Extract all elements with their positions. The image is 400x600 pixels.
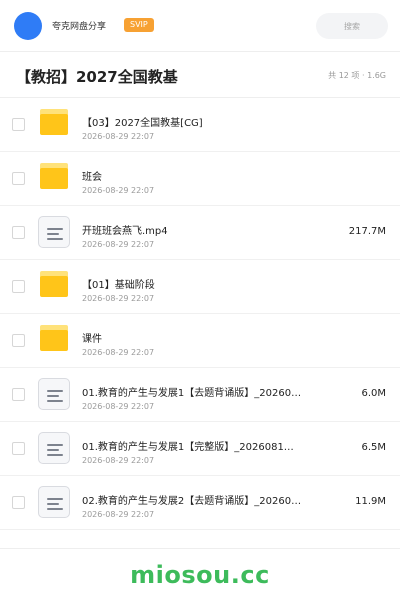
list-item[interactable]: 02.教育的产生与发展2【去题背诵版】_20260… 2026-08-29 22… bbox=[0, 476, 400, 530]
list-item[interactable]: 【03】2027全国教基[CG] 2026-08-29 22:07 bbox=[0, 98, 400, 152]
select-checkbox[interactable] bbox=[12, 226, 25, 239]
page-title: 【教招】2027全国教基 bbox=[16, 68, 178, 86]
document-file-icon bbox=[38, 486, 70, 518]
item-date: 2026-08-29 22:07 bbox=[82, 510, 155, 519]
item-name[interactable]: 班会 bbox=[82, 168, 322, 183]
document-file-icon bbox=[38, 432, 70, 464]
list-item[interactable]: 开班班会燕飞.mp4 2026-08-29 22:07 217.7M bbox=[0, 206, 400, 260]
select-checkbox[interactable] bbox=[12, 280, 25, 293]
document-file-icon bbox=[38, 378, 70, 410]
share-user-name: 夸克网盘分享 bbox=[52, 22, 107, 32]
select-checkbox[interactable] bbox=[12, 334, 25, 347]
svip-badge: SVIP bbox=[124, 18, 154, 32]
select-checkbox[interactable] bbox=[12, 172, 25, 185]
item-size: 6.5M bbox=[361, 442, 386, 453]
search-input[interactable] bbox=[316, 13, 388, 39]
item-size: 11.9M bbox=[355, 496, 386, 507]
video-file-icon bbox=[38, 216, 70, 248]
folder-title-row: 【教招】2027全国教基 共 12 项 · 1.6G bbox=[0, 52, 400, 98]
select-checkbox[interactable] bbox=[12, 442, 25, 455]
item-size: 6.0M bbox=[361, 388, 386, 399]
folder-icon bbox=[38, 162, 70, 194]
site-watermark: miosou.cc bbox=[130, 561, 270, 589]
item-name[interactable]: 02.教育的产生与发展2【去题背诵版】_20260… bbox=[82, 492, 322, 507]
item-date: 2026-08-29 22:07 bbox=[82, 240, 155, 249]
folder-icon bbox=[38, 270, 70, 302]
folder-icon bbox=[38, 108, 70, 140]
item-name[interactable]: 【03】2027全国教基[CG] bbox=[82, 114, 322, 129]
file-list: 【03】2027全国教基[CG] 2026-08-29 22:07 班会 202… bbox=[0, 98, 400, 530]
select-checkbox[interactable] bbox=[12, 118, 25, 131]
item-date: 2026-08-29 22:07 bbox=[82, 348, 155, 357]
item-name[interactable]: 课件 bbox=[82, 330, 322, 345]
list-item[interactable]: 01.教育的产生与发展1【去题背诵版】_20260… 2026-08-29 22… bbox=[0, 368, 400, 422]
list-item[interactable]: 01.教育的产生与发展1【完整版】_2026081… 2026-08-29 22… bbox=[0, 422, 400, 476]
item-name[interactable]: 【01】基础阶段 bbox=[82, 276, 322, 291]
item-name[interactable]: 开班班会燕飞.mp4 bbox=[82, 222, 322, 237]
list-item[interactable]: 【01】基础阶段 2026-08-29 22:07 bbox=[0, 260, 400, 314]
folder-summary: 共 12 项 · 1.6G bbox=[328, 71, 386, 80]
avatar[interactable] bbox=[14, 12, 42, 40]
list-item[interactable]: 班会 2026-08-29 22:07 bbox=[0, 152, 400, 206]
item-date: 2026-08-29 22:07 bbox=[82, 186, 155, 195]
select-checkbox[interactable] bbox=[12, 388, 25, 401]
item-date: 2026-08-29 22:07 bbox=[82, 294, 155, 303]
item-size: 217.7M bbox=[348, 226, 386, 237]
folder-icon bbox=[38, 324, 70, 356]
item-name[interactable]: 01.教育的产生与发展1【去题背诵版】_20260… bbox=[82, 384, 322, 399]
item-name[interactable]: 01.教育的产生与发展1【完整版】_2026081… bbox=[82, 438, 322, 453]
bottom-bar: miosou.cc bbox=[0, 548, 400, 600]
top-header: 夸克网盘分享 SVIP bbox=[0, 0, 400, 52]
list-item[interactable]: 课件 2026-08-29 22:07 bbox=[0, 314, 400, 368]
item-date: 2026-08-29 22:07 bbox=[82, 132, 155, 141]
item-date: 2026-08-29 22:07 bbox=[82, 456, 155, 465]
select-checkbox[interactable] bbox=[12, 496, 25, 509]
item-date: 2026-08-29 22:07 bbox=[82, 402, 155, 411]
